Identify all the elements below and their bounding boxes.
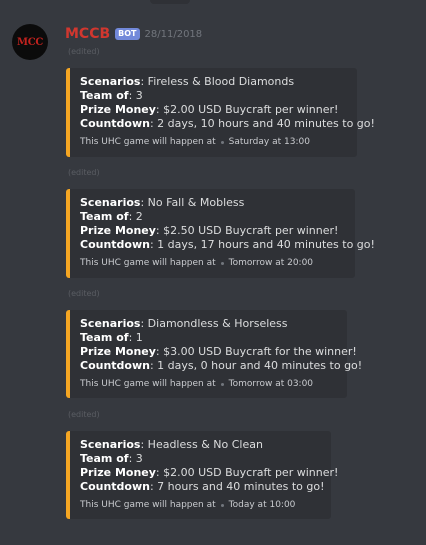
scenarios-label: Scenarios — [80, 75, 141, 88]
embed: Scenarios: Fireless & Blood Diamonds Tea… — [66, 68, 375, 157]
prize-label: Prize Money — [80, 466, 156, 479]
prize-label: Prize Money — [80, 103, 156, 116]
separator-dot — [220, 503, 224, 507]
countdown-line: Countdown: 2 days, 10 hours and 40 minut… — [80, 117, 375, 131]
edited-label: (edited) — [68, 47, 100, 56]
footer-time: Saturday at 13:00 — [228, 137, 310, 147]
edited-label: (edited) — [68, 168, 100, 177]
footer-text: This UHC game will happen at — [80, 258, 216, 268]
avatar-logo-text: MCC — [16, 36, 44, 48]
scenarios-label: Scenarios — [80, 196, 141, 209]
team-label: Team of — [80, 452, 129, 465]
scenarios-label: Scenarios — [80, 317, 141, 330]
scenarios-line: Scenarios: Diamondless & Horseless — [80, 317, 337, 331]
embed-footer: This UHC game will happen at Tomorrow at … — [80, 258, 345, 268]
team-value: : 3 — [128, 89, 143, 102]
embed-footer: This UHC game will happen at Saturday at … — [80, 137, 347, 147]
team-value: : 3 — [128, 452, 143, 465]
separator-dot — [220, 382, 224, 386]
edited-label: (edited) — [68, 410, 100, 419]
countdown-label: Countdown — [80, 117, 150, 130]
countdown-value: : 1 days, 17 hours and 40 minutes to go! — [149, 238, 375, 251]
footer-time: Tomorrow at 20:00 — [228, 258, 314, 268]
message-header: MCCB BOT 28/11/2018 — [65, 25, 202, 43]
team-line: Team of: 3 — [80, 452, 321, 466]
prize-line: Prize Money: $2.00 USD Buycraft per winn… — [80, 466, 338, 480]
footer-text: This UHC game will happen at — [80, 500, 216, 510]
embed-footer: This UHC game will happen at Tomorrow at … — [80, 379, 337, 389]
top-divider — [0, 0, 426, 6]
countdown-label: Countdown — [80, 359, 150, 372]
team-line: Team of: 3 — [80, 89, 347, 103]
bot-tag: BOT — [115, 28, 140, 40]
separator-dot — [220, 140, 224, 144]
embed: Scenarios: Diamondless & Horseless Team … — [66, 310, 362, 398]
avatar[interactable]: MCC — [12, 24, 48, 60]
team-label: Team of — [80, 331, 129, 344]
footer-time: Tomorrow at 03:00 — [228, 379, 314, 389]
team-label: Team of — [80, 210, 129, 223]
scenarios-value: : Headless & No Clean — [140, 438, 263, 451]
countdown-label: Countdown — [80, 480, 150, 493]
countdown-value: : 2 days, 10 hours and 40 minutes to go! — [149, 117, 375, 130]
scenarios-value: : Fireless & Blood Diamonds — [140, 75, 295, 88]
team-label: Team of — [80, 89, 129, 102]
footer-text: This UHC game will happen at — [80, 137, 216, 147]
countdown-value: : 7 hours and 40 minutes to go! — [149, 480, 325, 493]
countdown-value: : 1 days, 0 hour and 40 minutes to go! — [149, 359, 363, 372]
countdown-line: Countdown: 7 hours and 40 minutes to go! — [80, 480, 324, 494]
scenarios-label: Scenarios — [80, 438, 141, 451]
embed-footer: This UHC game will happen at Today at 10:… — [80, 500, 321, 510]
prize-line: Prize Money: $3.00 USD Buycraft for the … — [80, 345, 357, 359]
edited-label: (edited) — [68, 289, 100, 298]
scenarios-value: : Diamondless & Horseless — [140, 317, 288, 330]
username[interactable]: MCCB — [65, 26, 110, 42]
scenarios-line: Scenarios: Headless & No Clean — [80, 438, 321, 452]
team-line: Team of: 2 — [80, 210, 345, 224]
prize-label: Prize Money — [80, 224, 156, 237]
timestamp: 28/11/2018 — [144, 28, 203, 40]
embed: Scenarios: Headless & No Clean Team of: … — [66, 431, 338, 519]
prize-line: Prize Money: $2.00 USD Buycraft per winn… — [80, 103, 347, 117]
prize-label: Prize Money — [80, 345, 156, 358]
prize-value: : $2.00 USD Buycraft per winner! — [155, 466, 339, 479]
scenarios-line: Scenarios: Fireless & Blood Diamonds — [80, 75, 347, 89]
countdown-label: Countdown — [80, 238, 150, 251]
team-value: : 2 — [128, 210, 143, 223]
prize-line: Prize Money: $2.50 USD Buycraft per winn… — [80, 224, 345, 238]
team-value: : 1 — [128, 331, 143, 344]
scenarios-line: Scenarios: No Fall & Mobless — [80, 196, 345, 210]
prize-value: : $3.00 USD Buycraft for the winner! — [155, 345, 357, 358]
countdown-line: Countdown: 1 days, 17 hours and 40 minut… — [80, 238, 375, 252]
footer-text: This UHC game will happen at — [80, 379, 216, 389]
countdown-line: Countdown: 1 days, 0 hour and 40 minutes… — [80, 359, 362, 373]
prize-value: : $2.00 USD Buycraft per winner! — [155, 103, 339, 116]
footer-time: Today at 10:00 — [228, 500, 296, 510]
embed: Scenarios: No Fall & Mobless Team of: 2 … — [66, 189, 375, 278]
separator-dot — [220, 261, 224, 265]
team-line: Team of: 1 — [80, 331, 337, 345]
scenarios-value: : No Fall & Mobless — [140, 196, 245, 209]
prize-value: : $2.50 USD Buycraft per winner! — [155, 224, 339, 237]
